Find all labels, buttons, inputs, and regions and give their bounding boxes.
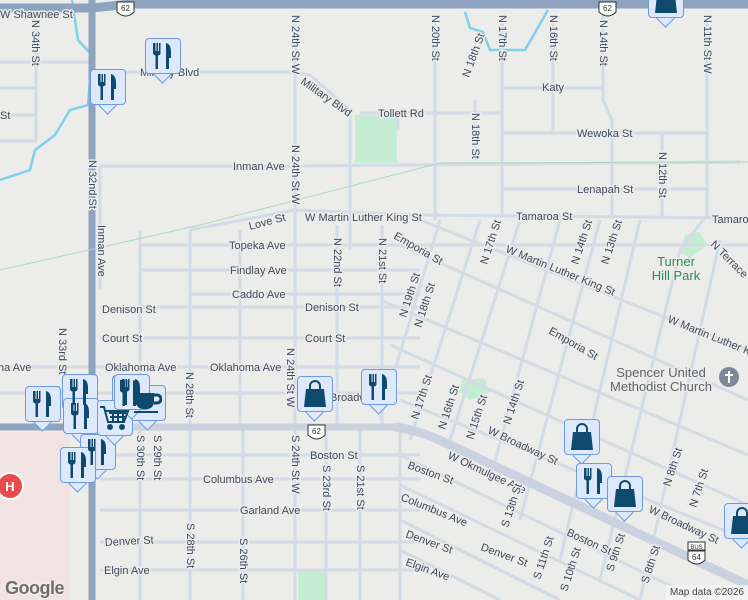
shopping-bag-marker[interactable]: [564, 419, 600, 465]
street-label: S 21st St: [354, 465, 366, 510]
street-label: N 20th St: [429, 15, 441, 61]
shopping-cart-icon: [97, 400, 133, 436]
street-label: N 28th St: [183, 372, 195, 418]
google-logo: Google: [5, 578, 65, 598]
street-label: N 17th St: [496, 15, 508, 61]
street-label: Inman Ave: [95, 225, 107, 277]
restaurant-marker[interactable]: [145, 38, 181, 84]
street-label: Caddo Ave: [232, 289, 286, 301]
restaurant-icon: [361, 369, 397, 405]
church-label-line2: Methodist Church: [610, 379, 712, 394]
route-bus64-shield: BUS 64: [687, 541, 706, 565]
route-shield-label: 62: [603, 4, 612, 13]
street-label: Boston St: [310, 450, 358, 462]
route-shield-label: 64: [692, 553, 701, 562]
shopping-bag-icon: [648, 0, 684, 18]
street-label: Denver St: [479, 542, 529, 570]
street-label: Tollett Rd: [378, 108, 424, 120]
shopping-bag-icon: [297, 376, 333, 412]
route-62-shield-top: 62: [116, 1, 135, 17]
street-label: St: [0, 110, 10, 122]
route-62-shield-bottom: 62: [307, 424, 326, 440]
street-label: S 23rd St: [320, 465, 332, 511]
street-label: Elgin Ave: [104, 565, 150, 577]
street-label: Findlay Ave: [230, 265, 287, 277]
map-attribution[interactable]: Map data ©2026: [665, 585, 748, 600]
street-label: N 13th St: [599, 219, 625, 266]
shopping-bag-marker[interactable]: [648, 0, 684, 28]
shopping-bag-icon: [564, 419, 600, 455]
shopping-bag-marker[interactable]: [724, 503, 748, 549]
restaurant-icon: [90, 69, 126, 105]
street-label: Boston St: [406, 460, 455, 488]
street-label: S 28th St: [184, 523, 196, 568]
restaurant-icon: [145, 38, 181, 74]
street-label: N 14th St: [597, 20, 609, 66]
street-label: N 21st St: [376, 238, 388, 283]
street-label: Oklahoma Ave: [210, 362, 281, 374]
street-label: N 11th St W: [701, 15, 713, 74]
street-label: N 17th St: [478, 219, 504, 266]
route-shield-label: 62: [121, 4, 130, 13]
church-poi[interactable]: Spencer United Methodist Church: [609, 364, 739, 396]
route-62-shield-right: 62: [598, 1, 617, 17]
street-label: N 12th St: [656, 152, 668, 198]
turner-hill-park-label[interactable]: Turner Hill Park: [650, 253, 702, 285]
street-label: W Martin Luther King St: [305, 212, 422, 224]
street-label: N 22nd St: [331, 238, 343, 287]
water: [0, 0, 550, 182]
street-label: Wewoka St: [577, 128, 632, 140]
street-label: N 18th St: [469, 113, 481, 159]
street-label: W Martin Luther King St: [504, 244, 617, 299]
route-shield-top-label: BUS: [690, 545, 702, 551]
street-label: Denison St: [102, 304, 156, 316]
street-label: Denver St: [404, 529, 454, 557]
street-label: Lenapah St: [577, 184, 633, 196]
street-label: N 34th St: [29, 20, 41, 66]
street-label: W Martin Luther King St: [666, 314, 748, 369]
street-label: Military Blvd: [298, 76, 353, 120]
street-label: Court St: [102, 333, 142, 345]
street-label: Denison St: [305, 302, 359, 314]
route-shield-label: 62: [312, 427, 321, 436]
street-label: N 24th St W: [284, 348, 296, 408]
street-label: S 30th St: [134, 435, 146, 480]
street-label: N 14th St: [501, 379, 527, 426]
street-label: N 24th St W: [289, 145, 301, 205]
street-label: N 18th St: [461, 32, 488, 79]
restaurant-icon: [25, 386, 61, 422]
street-label: Garland Ave: [240, 505, 300, 517]
street-label: Tamaroa: [712, 214, 748, 226]
restaurant-marker[interactable]: [361, 369, 397, 415]
street-label: N 16th St: [547, 15, 559, 61]
street-label: W Broadway St: [486, 425, 560, 468]
street-label: Court St: [305, 333, 345, 345]
shopping-bag-icon: [724, 503, 748, 539]
street-label: S 24th St W: [289, 435, 301, 494]
street-label: N 32nd St: [86, 160, 98, 209]
restaurant-marker[interactable]: [90, 69, 126, 115]
street-label: Topeka Ave: [229, 240, 286, 252]
street-label: Denver St: [105, 534, 154, 549]
street-label: Columbus Ave: [203, 474, 274, 486]
street-label: N 33rd St: [56, 328, 68, 374]
church-label-line1: Spencer United: [616, 365, 706, 380]
street-label: Oklahoma Ave: [0, 362, 31, 374]
park-label-line1: Turner: [657, 254, 695, 269]
restaurant-marker[interactable]: [25, 386, 61, 432]
street-label: S 26th St: [237, 538, 249, 583]
street-label: N 24th St W: [289, 15, 301, 75]
street-label: Tamaroa St: [516, 211, 572, 223]
street-label: Oklahoma Ave: [105, 362, 176, 374]
shopping-bag-marker[interactable]: [297, 376, 333, 422]
street-label: Inman Ave: [233, 161, 285, 173]
street-label: Katy: [542, 82, 565, 94]
street-label: Elgin Ave: [404, 557, 451, 584]
street-label: S 29th St: [151, 435, 163, 480]
shopping-bag-icon: [607, 476, 643, 512]
park-label-line2: Hill Park: [652, 268, 701, 283]
shopping-bag-marker[interactable]: [607, 476, 643, 522]
